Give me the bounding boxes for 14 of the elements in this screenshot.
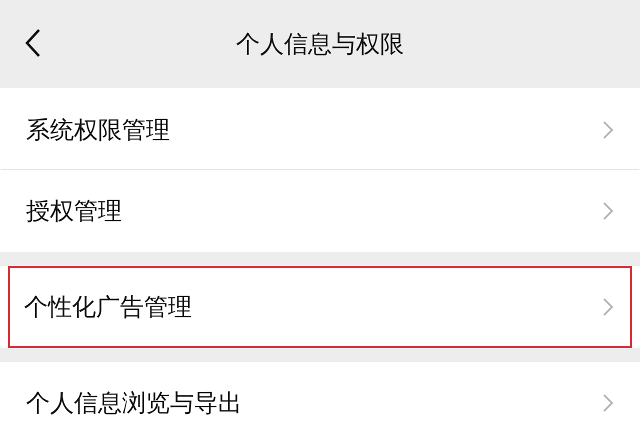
row-label: 个性化广告管理 (24, 292, 192, 323)
back-icon[interactable] (24, 28, 42, 58)
row-label: 授权管理 (26, 196, 122, 227)
page-title: 个人信息与权限 (236, 29, 404, 60)
chevron-right-icon (602, 393, 614, 413)
chevron-right-icon (602, 120, 614, 140)
chevron-right-icon (602, 297, 614, 317)
settings-row[interactable]: 个人信息浏览与导出 (0, 362, 640, 432)
settings-row[interactable]: 授权管理 (0, 170, 640, 252)
settings-row[interactable]: 个性化广告管理 (8, 266, 632, 348)
chevron-right-icon (602, 201, 614, 221)
row-label: 系统权限管理 (26, 114, 170, 146)
settings-row[interactable]: 系统权限管理 (0, 88, 640, 170)
row-label: 个人信息浏览与导出 (26, 388, 242, 419)
